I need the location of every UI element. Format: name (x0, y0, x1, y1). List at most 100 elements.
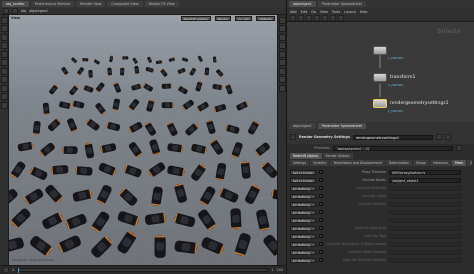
param-field[interactable]: $HIP/proxy/boltcar.rs (389, 169, 461, 175)
network-menu-item[interactable]: Add (290, 10, 297, 14)
override-mode-dropdown[interactable]: Do Nothing (290, 225, 316, 231)
shading-icon[interactable] (278, 33, 286, 41)
rotate-tool-icon[interactable] (0, 33, 8, 41)
top-tab[interactable]: Motion FX View (144, 1, 179, 7)
param-field[interactable]: /obj/grid_object1 (389, 177, 461, 183)
override-checkbox[interactable] (319, 202, 323, 206)
override-mode-dropdown[interactable]: Do Nothing (290, 249, 316, 255)
override-mode-dropdown[interactable]: Do Nothing (290, 217, 316, 223)
param-pane-tab[interactable]: objectgeo1 (289, 123, 316, 129)
override-mode-dropdown[interactable]: Set or Create (290, 169, 316, 175)
override-mode-dropdown[interactable]: Do Nothing (290, 193, 316, 199)
play-icon[interactable] (3, 267, 9, 273)
override-mode-dropdown[interactable]: Set or Create (290, 177, 316, 183)
override-checkbox[interactable] (319, 186, 323, 190)
network-menu-item[interactable]: Tools (332, 10, 340, 14)
snap-icon[interactable] (330, 15, 336, 21)
camera-icon[interactable] (0, 93, 8, 100)
grid-view-icon[interactable] (314, 15, 320, 21)
network-menu-item[interactable]: Help (360, 10, 368, 14)
override-mode-dropdown[interactable]: Do Nothing (290, 233, 316, 239)
settings-subtab[interactable]: Shadow (467, 160, 472, 166)
override-checkbox[interactable] (319, 170, 323, 174)
override-mode-dropdown[interactable]: Do Nothing (290, 209, 316, 215)
back-icon[interactable] (3, 8, 9, 14)
network-node[interactable]: transform1 (373, 73, 415, 82)
pose-tool-icon[interactable] (0, 59, 8, 66)
handle-tool-icon[interactable] (0, 50, 8, 58)
override-checkbox[interactable] (319, 178, 323, 182)
viewport-3d[interactable]: View Redshift (Alpha) Render no cam Defa… (9, 15, 277, 265)
param-pane-tab[interactable]: Parameter Spreadsheet (317, 123, 366, 129)
network-node-selected[interactable]: rendergeometrysettings1 (373, 99, 449, 108)
param-field[interactable] (389, 217, 461, 223)
lighting-icon[interactable] (278, 42, 286, 49)
help-icon[interactable] (444, 134, 451, 140)
timeline-playhead[interactable] (18, 268, 20, 273)
settings-subtab[interactable]: Tessellation and Displacement (330, 160, 385, 166)
override-checkbox[interactable] (319, 194, 323, 198)
override-checkbox[interactable] (319, 234, 323, 238)
timeline-end[interactable]: 240 (277, 268, 283, 272)
select-tool-icon[interactable] (0, 16, 8, 24)
param-field[interactable] (389, 201, 461, 207)
top-tab[interactable]: Render View (76, 1, 106, 7)
override-mode-dropdown[interactable]: Do Nothing (290, 201, 316, 207)
param-field[interactable] (389, 241, 461, 247)
move-tool-icon[interactable] (0, 25, 8, 32)
override-checkbox[interactable] (319, 242, 323, 246)
node-name[interactable]: transform1 (390, 75, 415, 80)
node-icon[interactable] (373, 99, 387, 108)
back-icon[interactable] (290, 15, 296, 21)
home-icon[interactable] (278, 76, 286, 83)
settings-subtab[interactable]: Visibility (310, 160, 330, 166)
node-name[interactable]: rendergeometrysettings1 (390, 101, 449, 106)
frame-icon[interactable] (278, 84, 286, 92)
network-tab[interactable]: Parameter Spreadsheet (317, 1, 366, 7)
display-options-icon[interactable] (278, 16, 286, 24)
param-field[interactable] (389, 209, 461, 215)
ghost-icon[interactable] (278, 50, 286, 58)
node-name-field[interactable]: rendergeometrysettings1 (352, 134, 433, 140)
override-checkbox[interactable] (319, 250, 323, 254)
override-checkbox[interactable] (319, 210, 323, 214)
wireframe-icon[interactable] (278, 25, 286, 32)
network-menu-item[interactable]: Edit (301, 10, 308, 14)
grid-icon[interactable] (0, 84, 8, 92)
network-editor[interactable]: Solaris c_rsproxy transform1 c_rsproxy r… (287, 22, 474, 122)
normals-icon[interactable] (278, 67, 286, 75)
timeline-start[interactable]: 1 (271, 268, 273, 272)
forward-icon[interactable] (12, 8, 18, 14)
param-field[interactable] (389, 233, 461, 239)
renderer-tab[interactable]: Redshift (Alpha) (290, 153, 322, 159)
top-tab[interactable]: Performance Monitor (30, 1, 75, 7)
node-icon[interactable] (373, 73, 387, 82)
param-field[interactable] (389, 257, 461, 263)
settings-subtab[interactable]: Instances (429, 160, 451, 166)
gear-icon[interactable] (435, 134, 442, 140)
points-icon[interactable] (278, 59, 286, 66)
view-tool-icon[interactable] (0, 67, 8, 75)
node-icon[interactable] (373, 46, 387, 55)
override-checkbox[interactable] (319, 218, 323, 222)
override-mode-dropdown[interactable]: Do Nothing (290, 241, 316, 247)
path-context[interactable]: obj (21, 9, 26, 13)
timeline-bar[interactable] (17, 268, 269, 273)
network-menu-item[interactable]: View (320, 10, 328, 14)
settings-subtab[interactable]: Shape (412, 160, 429, 166)
settings-subtab[interactable]: Mesh (451, 160, 467, 166)
top-tab[interactable]: Composite View (107, 1, 143, 7)
param-field[interactable] (389, 225, 461, 231)
snap-icon[interactable] (0, 76, 8, 83)
param-field[interactable] (389, 185, 461, 191)
settings-subtab[interactable]: Deformation (385, 160, 412, 166)
layout-icon[interactable] (338, 15, 344, 21)
network-node[interactable] (373, 46, 390, 55)
network-menu-item[interactable]: Layout (344, 10, 356, 14)
override-mode-dropdown[interactable]: Do Nothing (290, 257, 316, 263)
forward-icon[interactable] (298, 15, 304, 21)
renderer-tab[interactable]: Render Globals (322, 153, 353, 159)
timeline-current[interactable]: 1 (12, 268, 14, 272)
scale-tool-icon[interactable] (0, 42, 8, 49)
top-tab[interactable]: obj_scatter (2, 1, 29, 7)
